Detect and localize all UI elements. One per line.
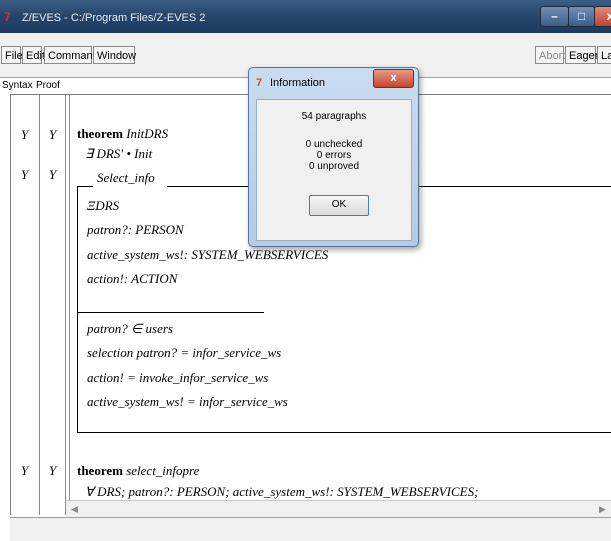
menu-window[interactable]: Window — [93, 46, 136, 64]
horizontal-scrollbar[interactable]: ◀ ▶ — [66, 500, 611, 518]
theorem-body: ∃ DRS' • Init — [85, 146, 153, 161]
schema-predicate: selection patron? = infor_service_ws — [87, 345, 282, 360]
theorem-paragraph[interactable]: theorem InitDRS — [77, 126, 168, 142]
syntax-gutter-divider — [39, 95, 40, 515]
theorem-keyword: theorem — [77, 463, 123, 478]
eager-button[interactable]: Eager — [565, 46, 598, 64]
status-bar — [10, 517, 611, 541]
theorem-name: select_infopre — [126, 463, 200, 478]
dialog-message: 0 unproved — [308, 161, 360, 172]
proof-flag: Y — [49, 463, 57, 478]
theorem-body: ∀ DRS; patron?: PERSON; active_system_ws… — [85, 484, 479, 499]
menu-file[interactable]: File — [1, 46, 23, 64]
schema-name: Select_info — [97, 170, 155, 185]
window-title: Z/EVES - C:/Program Files/Z-EVES 2 — [22, 12, 206, 24]
abort-button[interactable]: Abort — [535, 46, 565, 64]
information-dialog[interactable]: 7 Information x 54 paragraphs 0 unchecke… — [248, 67, 419, 247]
schema-predicate: active_system_ws! = infor_service_ws — [87, 394, 288, 409]
dialog-title: Information — [270, 77, 326, 89]
schema-decl: patron?: PERSON — [87, 222, 184, 237]
schema-top-rule-left — [78, 186, 93, 187]
proof-gutter-divider-2 — [69, 95, 70, 515]
app-icon: 7 — [4, 10, 11, 24]
maximize-button[interactable]: □ — [568, 6, 595, 27]
menu-edit[interactable]: Edit — [22, 46, 45, 64]
scroll-left-icon[interactable]: ◀ — [66, 501, 83, 518]
scroll-right-icon[interactable]: ▶ — [594, 501, 611, 518]
title-bar: 7 Z/EVES - C:/Program Files/Z-EVES 2 – □… — [0, 0, 611, 33]
menu-command[interactable]: Command — [44, 46, 99, 64]
dialog-close-button[interactable]: x — [373, 69, 414, 88]
dialog-message: 54 paragraphs — [301, 111, 367, 122]
theorem-name: InitDRS — [126, 126, 169, 141]
dialog-message: 0 errors — [316, 150, 352, 161]
lazy-button[interactable]: La — [597, 46, 611, 64]
proof-flag: Y — [49, 167, 57, 182]
dialog-body: 54 paragraphs 0 unchecked 0 errors 0 unp… — [256, 99, 412, 241]
syntax-flag: Y — [21, 127, 29, 142]
schema-predicate: patron? ∈ users — [87, 321, 173, 336]
schema-decl: active_system_ws!: SYSTEM_WEBSERVICES — [87, 247, 329, 262]
syntax-flag: Y — [21, 167, 29, 182]
syntax-column-header: Syntax — [2, 80, 33, 91]
proof-flag: Y — [49, 127, 57, 142]
theorem-paragraph[interactable]: theorem select_infopre — [77, 463, 199, 479]
close-button[interactable]: x — [594, 6, 611, 27]
schema-separator — [78, 312, 264, 313]
proof-gutter-divider — [65, 95, 66, 515]
app-icon: 7 — [256, 77, 263, 89]
ok-button[interactable]: OK — [309, 195, 369, 216]
theorem-keyword: theorem — [77, 126, 123, 141]
schema-predicate: action! = invoke_infor_service_ws — [87, 370, 269, 385]
dialog-message: 0 unchecked — [305, 139, 363, 150]
syntax-flag: Y — [21, 463, 29, 478]
minimize-button[interactable]: – — [540, 6, 569, 27]
schema-decl: action!: ACTION — [87, 271, 178, 286]
proof-column-header: Proof — [36, 80, 60, 91]
schema-decl: ΞDRS — [87, 198, 120, 213]
